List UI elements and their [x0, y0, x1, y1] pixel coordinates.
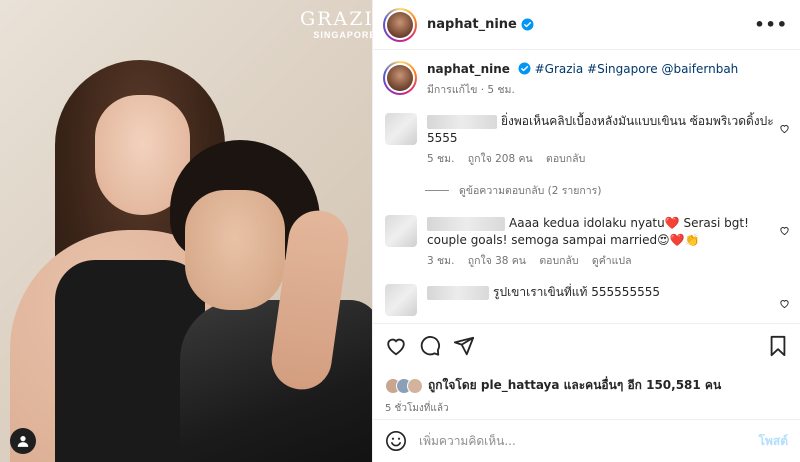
share-icon[interactable] [453, 335, 475, 357]
comment-input[interactable]: เพิ่มความคิดเห็น... [419, 432, 516, 451]
list-item: ยิ่งพอเห็นคลิปเบื้องหลังมันแบบเขินน ซ้อม… [373, 113, 800, 168]
avatar[interactable] [383, 61, 417, 95]
post-header: naphat_nine ••• [373, 0, 800, 50]
bookmark-icon[interactable] [768, 335, 788, 357]
logo-line-2: SINGAPORE [313, 30, 372, 40]
view-replies-label: ดูข้อความตอบกลับ (2 รายการ) [459, 185, 602, 197]
photo-shape [185, 190, 285, 310]
comment-time[interactable]: 3 ชม. [427, 255, 454, 267]
comment-icon[interactable] [419, 335, 441, 357]
reply-button[interactable]: ตอบกลับ [539, 255, 578, 267]
more-icon[interactable]: ••• [754, 15, 788, 34]
avatar[interactable] [385, 284, 417, 316]
post-time[interactable]: 5 ชั่วโมงที่แล้ว [385, 401, 788, 416]
heart-icon[interactable] [779, 225, 790, 236]
translate-button[interactable]: ดูคำแปล [592, 255, 632, 267]
header-username[interactable]: naphat_nine [427, 17, 517, 32]
caption-username[interactable]: naphat_nine [427, 62, 510, 76]
avatar[interactable] [383, 7, 417, 42]
verified-icon [518, 62, 531, 75]
caption: naphat_nine #Grazia #Singapore @baifernb… [373, 51, 800, 99]
comments-list[interactable]: naphat_nine #Grazia #Singapore @baifernb… [373, 51, 800, 323]
post-panel: naphat_nine ••• naphat_nine #Grazia #Sin… [372, 0, 800, 462]
add-comment-bar: เพิ่มความคิดเห็น... โพสต์ [373, 419, 800, 462]
comment-likes[interactable]: ถูกใจ 208 คน [468, 153, 533, 165]
comment-text: รูปเขาเราเขินที่แท้ 555555555 [493, 285, 660, 299]
heart-icon[interactable] [779, 123, 790, 134]
comment-time[interactable]: 5 ชม. [427, 153, 454, 165]
commenter-username[interactable] [427, 216, 505, 231]
verified-icon [521, 18, 534, 31]
list-item: Aaaa kedua idolaku nyatu❤️ Serasi bgt! c… [373, 215, 800, 270]
post-actions: ถูกใจโดย ple_hattaya และคนอื่นๆ อีก 150,… [373, 323, 800, 433]
caption-tags[interactable]: #Grazia #Singapore @baifernbah [535, 62, 739, 76]
magazine-logo: GRAZIA SINGAPORE [300, 10, 372, 40]
logo-line-1: GRAZIA [300, 8, 372, 30]
emoji-icon[interactable] [385, 430, 407, 452]
comment-likes[interactable]: ถูกใจ 38 คน [468, 255, 526, 267]
commenter-username[interactable] [427, 114, 497, 129]
person-icon [17, 436, 29, 447]
heart-icon[interactable] [385, 335, 407, 357]
avatar[interactable] [385, 215, 417, 247]
caption-meta: มีการแก้ไข · 5 ชม. [427, 84, 515, 96]
post-image[interactable]: GRAZIA SINGAPORE [0, 0, 372, 462]
avatar[interactable] [385, 113, 417, 145]
likes-text: ถูกใจโดย ple_hattaya และคนอื่นๆ อีก 150,… [428, 378, 722, 392]
likes-summary[interactable]: ถูกใจโดย ple_hattaya และคนอื่นๆ อีก 150,… [385, 376, 788, 395]
view-replies-button[interactable]: ดูข้อความตอบกลับ (2 รายการ) [425, 182, 800, 199]
commenter-username[interactable] [427, 285, 489, 300]
avatar [407, 377, 423, 394]
reply-button[interactable]: ตอบกลับ [546, 153, 585, 165]
list-item: รูปเขาเราเขินที่แท้ 555555555 [373, 284, 800, 316]
heart-icon[interactable] [779, 298, 790, 309]
user-tag-icon[interactable] [10, 428, 36, 454]
post-comment-button[interactable]: โพสต์ [759, 432, 788, 451]
